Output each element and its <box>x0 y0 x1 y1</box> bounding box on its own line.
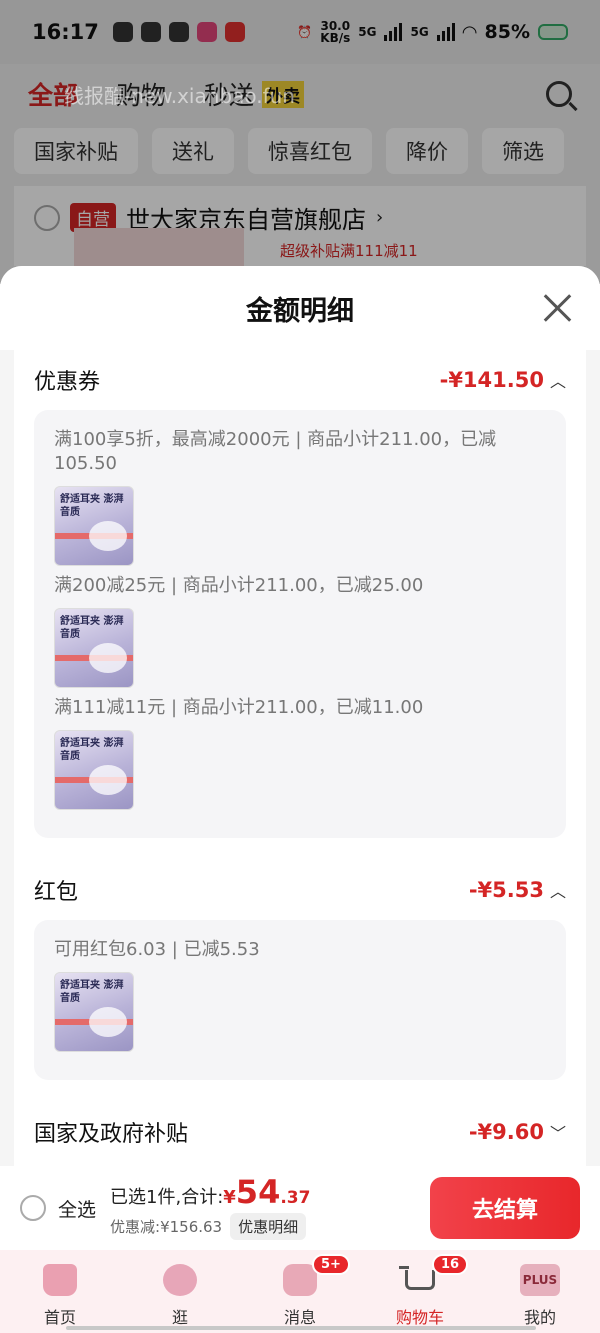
coupon-rule: 满111减11元 | 商品小计211.00，已减11.00 <box>54 697 424 718</box>
discount-text: 优惠减:¥156.63 <box>110 1218 223 1236</box>
chevron-down-icon: ﹀ <box>549 1124 566 1143</box>
discount-detail-button[interactable]: 优惠明细 <box>230 1213 307 1240</box>
tab-browse[interactable]: 逛 <box>120 1250 240 1333</box>
chevron-up-icon: ︿ <box>549 372 566 391</box>
total-line: 已选1件,合计: ¥ 54 .37 <box>110 1176 310 1209</box>
sheet-title: 金额明细 <box>246 295 354 327</box>
tab-label: 首页 <box>43 1308 76 1327</box>
amount-detail-sheet: 金额明细 优惠券 -¥141.50 ︿ 满100享5折，最高减2000元 | 商… <box>0 266 600 1172</box>
close-icon[interactable] <box>544 294 572 322</box>
product-thumbnail[interactable]: 舒适耳夹 澎湃音质 <box>54 486 134 566</box>
product-thumbnail[interactable]: 舒适耳夹 澎湃音质 <box>54 972 134 1052</box>
tab-messages[interactable]: 5+ 消息 <box>240 1250 360 1333</box>
redpacket-rule: 可用红包6.03 | 已减5.53 <box>54 939 260 960</box>
message-badge: 5+ <box>312 1254 350 1275</box>
tab-label: 我的 <box>523 1308 556 1327</box>
selected-count: 已选1件,合计: <box>110 1187 224 1208</box>
redpacket-card: 可用红包6.03 | 已减5.53 舒适耳夹 澎湃音质 <box>34 920 566 1080</box>
total-integer: 54 <box>235 1173 281 1211</box>
tab-cart[interactable]: 16 购物车 <box>360 1250 480 1333</box>
coupon-header[interactable]: 优惠券 -¥141.50 ︿ <box>34 350 566 410</box>
total-block: 已选1件,合计: ¥ 54 .37 优惠减:¥156.63 优惠明细 <box>110 1176 310 1240</box>
subsidy-section: 国家及政府补贴 -¥9.60 ﹀ <box>14 1102 586 1172</box>
product-thumbnail[interactable]: 舒适耳夹 澎湃音质 <box>54 608 134 688</box>
redpacket-section: 红包 -¥5.53 ︿ 可用红包6.03 | 已减5.53 舒适耳夹 澎湃音质 <box>14 860 586 1102</box>
tab-label: 消息 <box>283 1308 316 1327</box>
tab-label: 逛 <box>171 1308 188 1327</box>
coupon-rule: 满200减25元 | 商品小计211.00，已减25.00 <box>54 575 424 596</box>
coupon-rule: 满100享5折，最高减2000元 | 商品小计211.00，已减105.50 <box>54 429 497 474</box>
select-all-radio[interactable] <box>20 1195 46 1221</box>
coupon-label: 优惠券 <box>34 370 101 395</box>
subsidy-header[interactable]: 国家及政府补贴 -¥9.60 ﹀ <box>34 1102 566 1162</box>
redpacket-header[interactable]: 红包 -¥5.53 ︿ <box>34 860 566 920</box>
cart-icon <box>399 1264 437 1296</box>
select-all-label[interactable]: 全选 <box>58 1195 96 1222</box>
coupon-amount: -¥141.50 <box>439 368 544 392</box>
modal-overlay[interactable] <box>0 0 600 284</box>
redpacket-amount: -¥5.53 <box>468 878 544 902</box>
message-icon <box>283 1264 317 1296</box>
cart-badge: 16 <box>432 1254 469 1275</box>
tab-label: 购物车 <box>395 1308 444 1327</box>
watermark: 线报酷-new.xianbao.fun <box>64 84 295 108</box>
total-decimal: .37 <box>280 1188 311 1208</box>
tab-mine[interactable]: PLUS 我的 <box>480 1250 600 1333</box>
coupon-card: 满100享5折，最高减2000元 | 商品小计211.00，已减105.50 舒… <box>34 410 566 838</box>
currency-symbol: ¥ <box>223 1187 236 1208</box>
bottom-tab-bar: 首页 逛 5+ 消息 16 购物车 PLUS 我的 <box>0 1250 600 1333</box>
mascot-icon <box>163 1264 197 1296</box>
home-indicator[interactable] <box>66 1326 536 1330</box>
plus-member-icon: PLUS <box>520 1264 560 1296</box>
product-thumbnail[interactable]: 舒适耳夹 澎湃音质 <box>54 730 134 810</box>
checkout-bar: 全选 已选1件,合计: ¥ 54 .37 优惠减:¥156.63 优惠明细 去结… <box>0 1166 600 1250</box>
checkout-button[interactable]: 去结算 <box>430 1177 580 1239</box>
chevron-up-icon: ︿ <box>549 882 566 901</box>
tab-home[interactable]: 首页 <box>0 1250 120 1333</box>
coupon-section: 优惠券 -¥141.50 ︿ 满100享5折，最高减2000元 | 商品小计21… <box>14 350 586 860</box>
subsidy-label: 国家及政府补贴 <box>34 1122 189 1147</box>
sheet-header: 金额明细 <box>0 266 600 350</box>
discount-line: 优惠减:¥156.63 优惠明细 <box>110 1213 310 1240</box>
subsidy-amount: -¥9.60 <box>468 1120 544 1144</box>
home-icon <box>43 1264 77 1296</box>
redpacket-label: 红包 <box>34 880 79 905</box>
